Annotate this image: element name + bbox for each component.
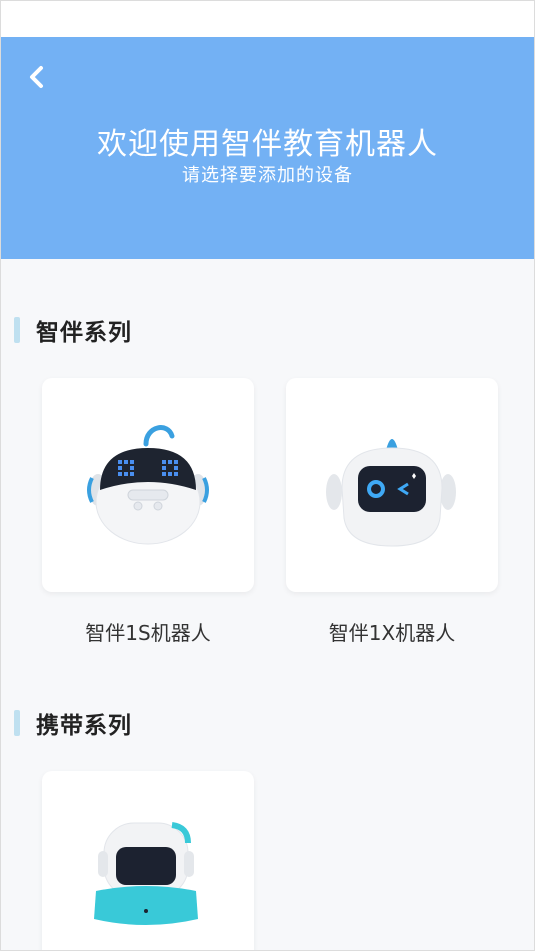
app-screen: 欢迎使用智伴教育机器人 请选择要添加的设备 智伴系列 智伴1S机器人 智伴1X机… [0,0,535,951]
device-name-1x[interactable]: 智伴1X机器人 [286,617,498,646]
section-heading-portable: 携带系列 [14,708,132,739]
section-label: 智伴系列 [36,320,132,346]
device-card-1s[interactable] [42,378,254,592]
robot-1s-image [87,425,209,545]
header-banner: 欢迎使用智伴教育机器人 请选择要添加的设备 [1,37,534,259]
section-heading-zhiban: 智伴系列 [14,315,132,346]
back-button[interactable] [19,59,55,95]
status-bar [1,1,534,37]
page-subtitle: 请选择要添加的设备 [182,165,353,186]
section-label: 携带系列 [36,713,132,739]
device-name-1s[interactable]: 智伴1S机器人 [42,617,254,646]
section-accent-bar [14,710,20,736]
page-title: 欢迎使用智伴教育机器人 [97,127,438,162]
device-card-portable[interactable] [42,771,254,950]
portable-robot-image [94,822,198,925]
robot-1x-image [326,439,456,547]
device-card-1x[interactable] [286,378,498,592]
section-accent-bar [14,317,20,343]
chevron-left-icon [30,66,43,88]
